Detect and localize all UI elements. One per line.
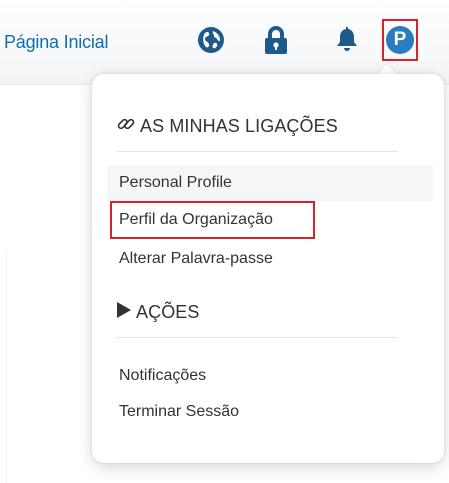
lock-icon xyxy=(264,25,288,55)
actions-section-title: AÇÕES xyxy=(136,302,200,322)
user-avatar-button[interactable]: P xyxy=(382,19,418,61)
menu-item-notifications[interactable]: Notificações xyxy=(107,358,433,394)
lock-button[interactable] xyxy=(262,23,290,57)
menu-item-change-password[interactable]: Alterar Palavra-passe xyxy=(107,241,433,277)
links-section-title: AS MINHAS LIGAÇÕES xyxy=(140,116,338,136)
menu-item-personal-profile[interactable]: Personal Profile xyxy=(107,165,433,201)
bell-icon xyxy=(336,27,358,53)
avatar: P xyxy=(386,26,414,54)
link-icon xyxy=(116,114,136,139)
globe-icon xyxy=(197,26,225,54)
home-link[interactable]: Página Inicial xyxy=(4,32,108,53)
links-section-header: AS MINHAS LIGAÇÕES xyxy=(116,114,338,139)
menu-item-logout[interactable]: Terminar Sessão xyxy=(107,394,433,430)
actions-section-header: AÇÕES xyxy=(116,301,200,324)
notifications-button[interactable] xyxy=(334,24,360,56)
section-divider xyxy=(116,151,398,152)
language-button[interactable] xyxy=(196,24,226,56)
page-edge-line xyxy=(6,250,7,483)
section-divider xyxy=(116,337,398,338)
menu-item-organization-profile[interactable]: Perfil da Organização xyxy=(107,202,433,238)
play-triangle-icon xyxy=(116,301,132,324)
